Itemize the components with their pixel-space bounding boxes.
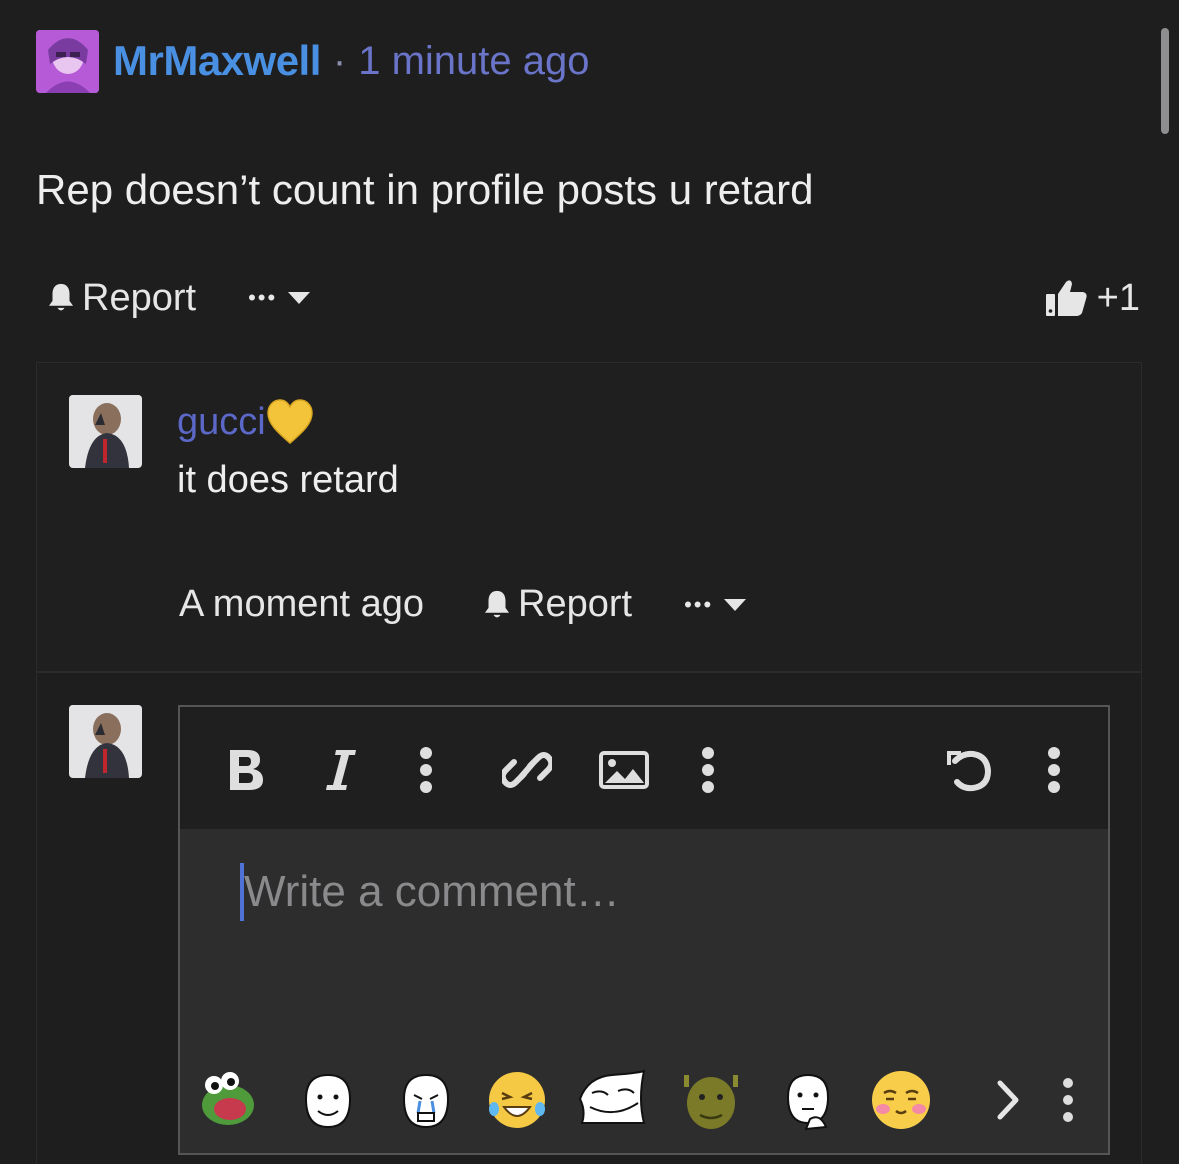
separator-dot: · xyxy=(332,38,347,83)
shrek-emoji[interactable] xyxy=(680,1069,742,1131)
laughing-tears-icon xyxy=(489,1072,545,1128)
reply-report-button[interactable]: Report xyxy=(480,583,632,626)
more-options-button[interactable]: ••• xyxy=(248,285,311,311)
wojak-smile-icon xyxy=(304,1073,352,1129)
laughing-tears-emoji[interactable] xyxy=(486,1069,548,1131)
shrek-icon xyxy=(684,1075,738,1129)
comment-placeholder: Write a comment… xyxy=(244,867,620,916)
bold-icon xyxy=(230,750,263,790)
caret-down-icon xyxy=(288,292,311,304)
undo-button[interactable] xyxy=(942,747,994,793)
more-vertical-icon xyxy=(1063,1078,1073,1122)
blushing-icon xyxy=(872,1071,930,1129)
blushing-emoji[interactable] xyxy=(870,1069,932,1131)
ellipsis-icon: ••• xyxy=(248,285,278,310)
current-user-avatar xyxy=(69,705,142,778)
reply-author-row: gucci xyxy=(177,399,314,445)
more-vertical-icon xyxy=(1048,747,1060,793)
wojak-crying-emoji[interactable] xyxy=(394,1069,456,1131)
more-vertical-icon xyxy=(702,747,714,793)
pepe-frog-icon xyxy=(202,1072,254,1125)
like-button[interactable]: +1 xyxy=(1045,277,1140,320)
wojak-crying-icon xyxy=(402,1073,450,1129)
girl-avatar-image xyxy=(69,395,142,468)
next-arrow-icon xyxy=(997,1080,1019,1120)
reply-more-options-button[interactable]: ••• xyxy=(684,592,747,618)
like-count: +1 xyxy=(1096,276,1140,319)
comment-composer: Write a comment… xyxy=(36,672,1142,1164)
image-icon xyxy=(599,751,649,789)
reply-actions: A moment ago Report ••• xyxy=(179,583,747,626)
report-label: Report xyxy=(82,276,197,319)
comment-editor: Write a comment… xyxy=(178,705,1110,1155)
post-header: MrMaxwell · 1 minute ago xyxy=(36,29,590,93)
reply-body: it does retard xyxy=(177,459,399,501)
scrollbar[interactable] xyxy=(1161,28,1169,134)
link-icon xyxy=(502,752,552,788)
reply-comment: gucci it does retard A moment ago Report… xyxy=(36,362,1142,672)
post-body: Rep doesn’t count in profile posts u ret… xyxy=(36,166,814,213)
pepe-frog-emoji[interactable] xyxy=(198,1069,260,1131)
comment-input[interactable]: Write a comment… xyxy=(180,829,1108,1049)
image-button[interactable] xyxy=(598,747,650,793)
reply-author-avatar[interactable] xyxy=(69,395,142,468)
author-avatar[interactable] xyxy=(36,29,99,93)
anime-avatar-image xyxy=(36,29,99,93)
report-button[interactable]: Report xyxy=(44,277,196,320)
post-timestamp[interactable]: 1 minute ago xyxy=(358,39,589,84)
emoji-bar xyxy=(180,1049,1108,1153)
yellow-heart-icon xyxy=(266,399,313,444)
reply-timestamp[interactable]: A moment ago xyxy=(179,583,424,626)
wojak-smile-emoji[interactable] xyxy=(296,1069,358,1131)
post-actions: Report ••• +1 xyxy=(44,276,1140,320)
italic-icon xyxy=(326,750,356,790)
emoji-more-button[interactable] xyxy=(1060,1069,1080,1131)
more-options-toolbar-button[interactable] xyxy=(1042,747,1066,793)
reply-author-link[interactable]: gucci xyxy=(177,401,266,444)
more-insert-button[interactable] xyxy=(696,747,720,793)
link-button[interactable] xyxy=(502,747,552,793)
italic-button[interactable] xyxy=(324,747,360,793)
trollface-icon xyxy=(578,1069,646,1124)
profile-post-page: MrMaxwell · 1 minute ago Rep doesn’t cou… xyxy=(0,0,1179,1164)
editor-toolbar xyxy=(180,707,1108,829)
author-name-link[interactable]: MrMaxwell xyxy=(113,37,321,85)
undo-icon xyxy=(947,750,992,792)
bell-icon xyxy=(485,590,510,617)
thumbs-up-icon xyxy=(1045,280,1087,316)
bold-button[interactable] xyxy=(224,747,268,793)
bell-icon xyxy=(48,283,74,311)
reply-report-label: Report xyxy=(518,583,633,625)
next-emojis-button[interactable] xyxy=(988,1069,1028,1131)
more-vertical-icon xyxy=(420,747,432,793)
girl-avatar-image xyxy=(69,705,142,778)
ellipsis-icon: ••• xyxy=(684,591,714,617)
wojak-thinking-icon xyxy=(786,1073,830,1131)
trollface-emoji[interactable] xyxy=(578,1069,648,1131)
caret-down-icon xyxy=(724,598,747,611)
wojak-thinking-emoji[interactable] xyxy=(776,1069,838,1131)
more-format-button[interactable] xyxy=(414,747,438,793)
